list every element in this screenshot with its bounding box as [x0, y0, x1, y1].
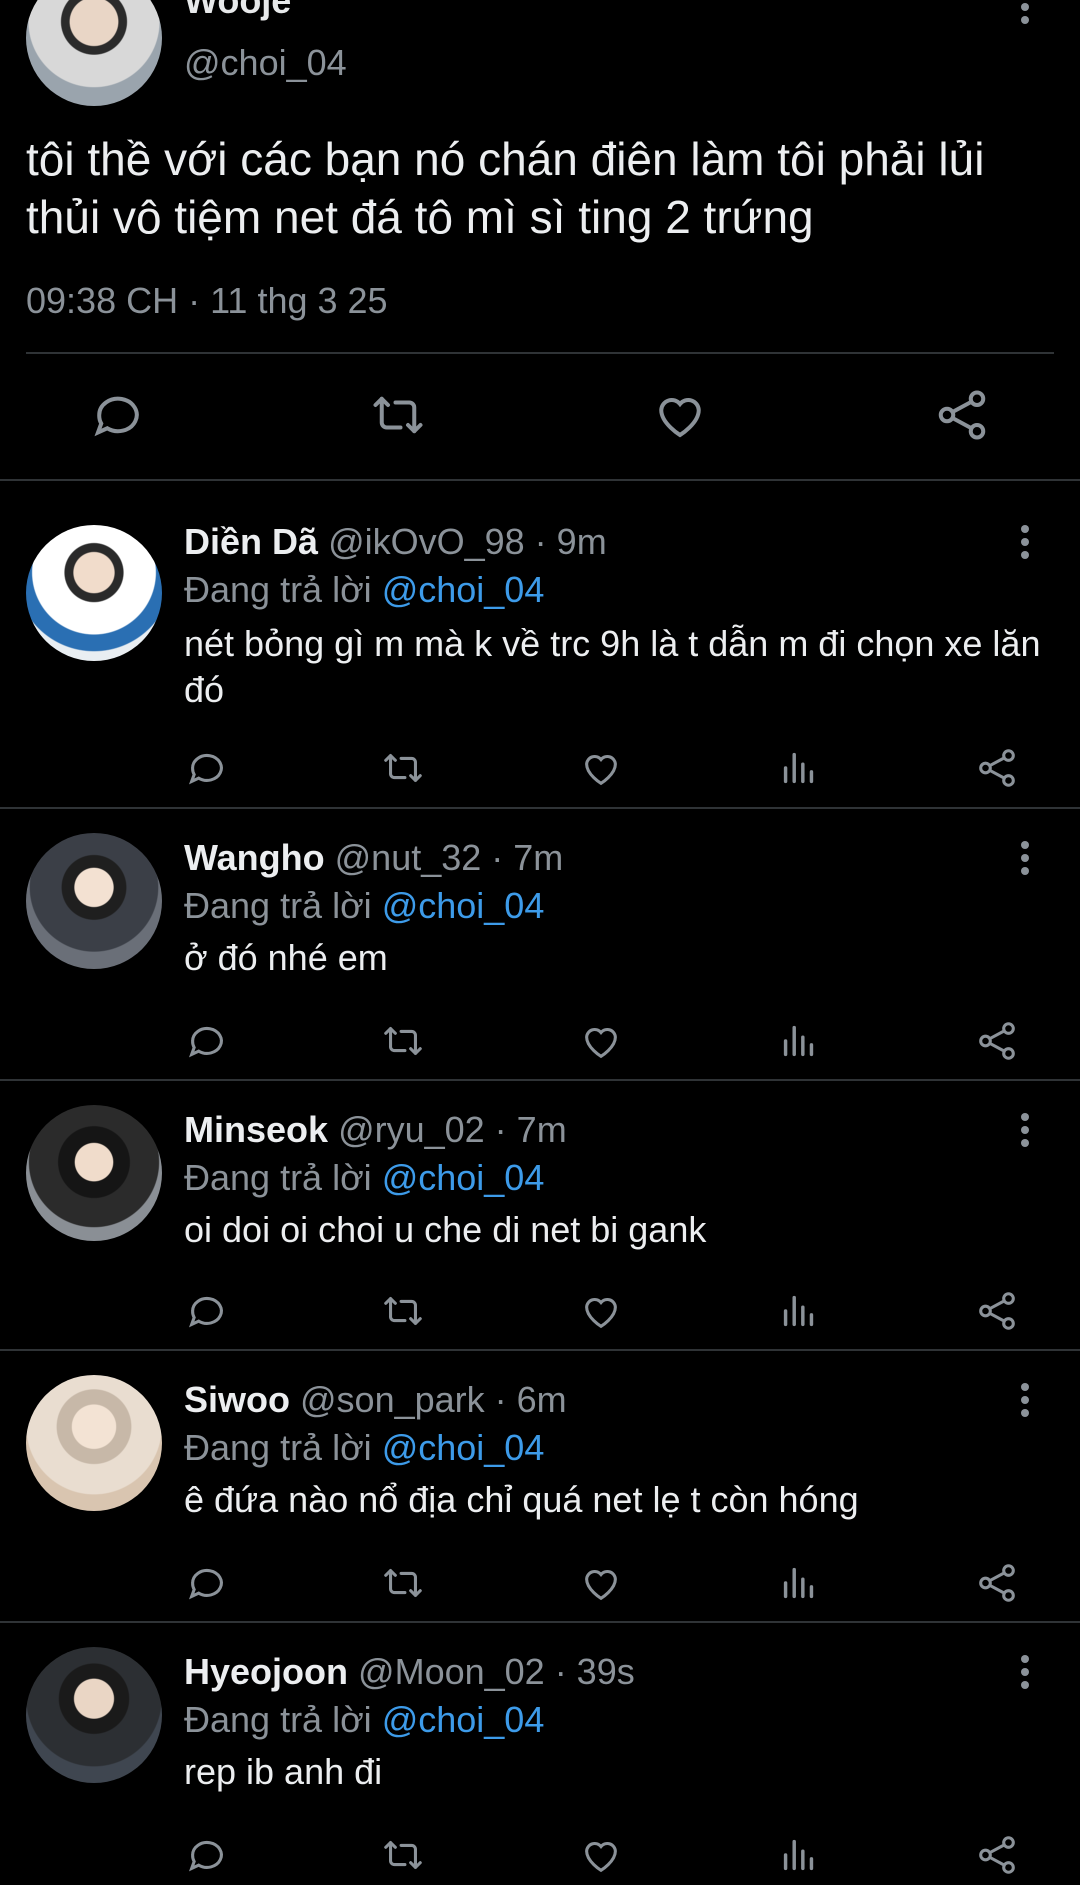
more-options-icon[interactable]: [1010, 1383, 1040, 1423]
reply-text: ê đứa nào nổ địa chỉ quá net lẹ t còn hó…: [184, 1479, 859, 1520]
share-icon[interactable]: [974, 1560, 1020, 1606]
reply-item[interactable]: Siwoo @son_park · 6m Đang trả lời @choi_…: [0, 1353, 1080, 1623]
views-icon[interactable]: [776, 1288, 822, 1334]
retweet-icon[interactable]: [380, 1018, 426, 1064]
tweet-actions: [0, 385, 1080, 449]
like-icon[interactable]: [650, 385, 710, 445]
reply-text: nét bỏng gì m mà k về trc 9h là t dẫn m …: [184, 623, 1041, 710]
tweet-text: tôi thề với các bạn nó chán điên làm tôi…: [26, 133, 985, 243]
avatar[interactable]: [26, 1105, 162, 1241]
author-handle-time: @son_park · 6m: [300, 1379, 567, 1420]
like-icon[interactable]: [578, 1018, 624, 1064]
author-name[interactable]: Hyeojoon: [184, 1651, 348, 1692]
reply-icon[interactable]: [184, 1288, 230, 1334]
avatar[interactable]: [26, 0, 162, 106]
main-tweet: Wooje @choi_04 tôi thề với các bạn nó ch…: [0, 0, 1080, 481]
share-icon[interactable]: [974, 1288, 1020, 1334]
reply-actions: [184, 1560, 1024, 1606]
avatar[interactable]: [26, 525, 162, 661]
reply-actions: [184, 1288, 1024, 1334]
share-icon[interactable]: [974, 1018, 1020, 1064]
author-handle-time: @ikOvO_98 · 9m: [328, 521, 607, 562]
more-options-icon[interactable]: [1010, 1655, 1040, 1695]
views-icon[interactable]: [776, 1832, 822, 1878]
replying-to-label: Đang trả lời: [184, 885, 372, 926]
reply-text: oi doi oi choi u che di net bi gank: [184, 1209, 707, 1250]
replying-to-handle[interactable]: @choi_04: [382, 569, 545, 610]
avatar[interactable]: [26, 1375, 162, 1511]
views-icon[interactable]: [776, 745, 822, 791]
author-handle-time: @nut_32 · 7m: [334, 837, 564, 878]
retweet-icon[interactable]: [380, 1560, 426, 1606]
retweet-icon[interactable]: [368, 385, 428, 445]
more-options-icon[interactable]: [1010, 841, 1040, 881]
author-handle-time: @Moon_02 · 39s: [358, 1651, 635, 1692]
replying-to-label: Đang trả lời: [184, 1699, 372, 1740]
author-name[interactable]: Wooje: [184, 0, 291, 22]
reply-actions: [184, 745, 1024, 791]
replying-to-label: Đang trả lời: [184, 1427, 372, 1468]
more-options-icon[interactable]: [1010, 525, 1040, 565]
replying-to-label: Đang trả lời: [184, 1157, 372, 1198]
reply-icon[interactable]: [184, 1560, 230, 1606]
avatar[interactable]: [26, 833, 162, 969]
reply-text: rep ib anh đi: [184, 1751, 383, 1792]
author-name[interactable]: Wangho: [184, 837, 325, 878]
views-icon[interactable]: [776, 1018, 822, 1064]
share-icon[interactable]: [932, 385, 992, 445]
views-icon[interactable]: [776, 1560, 822, 1606]
reply-icon[interactable]: [184, 745, 230, 791]
replying-to-handle[interactable]: @choi_04: [382, 885, 545, 926]
reply-item[interactable]: Wangho @nut_32 · 7m Đang trả lời @choi_0…: [0, 811, 1080, 1081]
reply-item[interactable]: Minseok @ryu_02 · 7m Đang trả lời @choi_…: [0, 1083, 1080, 1351]
replying-to-handle[interactable]: @choi_04: [382, 1427, 545, 1468]
like-icon[interactable]: [578, 1560, 624, 1606]
author-handle[interactable]: @choi_04: [184, 42, 347, 84]
reply-icon[interactable]: [88, 385, 148, 445]
reply-actions: [184, 1018, 1024, 1064]
retweet-icon[interactable]: [380, 745, 426, 791]
replying-to-handle[interactable]: @choi_04: [382, 1157, 545, 1198]
share-icon[interactable]: [974, 1832, 1020, 1878]
reply-icon[interactable]: [184, 1832, 230, 1878]
reply-text: ở đó nhé em: [184, 937, 388, 978]
share-icon[interactable]: [974, 745, 1020, 791]
reply-actions: [184, 1832, 1024, 1878]
replying-to-label: Đang trả lời: [184, 569, 372, 610]
author-handle-time: @ryu_02 · 7m: [338, 1109, 567, 1150]
more-options-icon[interactable]: [1010, 1113, 1040, 1153]
author-name[interactable]: Siwoo: [184, 1379, 290, 1420]
replying-to-handle[interactable]: @choi_04: [382, 1699, 545, 1740]
author-name[interactable]: Minseok: [184, 1109, 328, 1150]
reply-item[interactable]: Hyeojoon @Moon_02 · 39s Đang trả lời @ch…: [0, 1625, 1080, 1885]
reply-icon[interactable]: [184, 1018, 230, 1064]
avatar[interactable]: [26, 1647, 162, 1783]
author-name[interactable]: Diền Dã: [184, 521, 318, 562]
reply-item[interactable]: Diền Dã @ikOvO_98 · 9m Đang trả lời @cho…: [0, 483, 1080, 809]
retweet-icon[interactable]: [380, 1288, 426, 1334]
like-icon[interactable]: [578, 745, 624, 791]
like-icon[interactable]: [578, 1832, 624, 1878]
tweet-timestamp: 09:38 CH · 11 thg 3 25: [26, 280, 388, 321]
more-options-icon[interactable]: [1010, 0, 1040, 30]
divider: [26, 352, 1054, 354]
retweet-icon[interactable]: [380, 1832, 426, 1878]
like-icon[interactable]: [578, 1288, 624, 1334]
